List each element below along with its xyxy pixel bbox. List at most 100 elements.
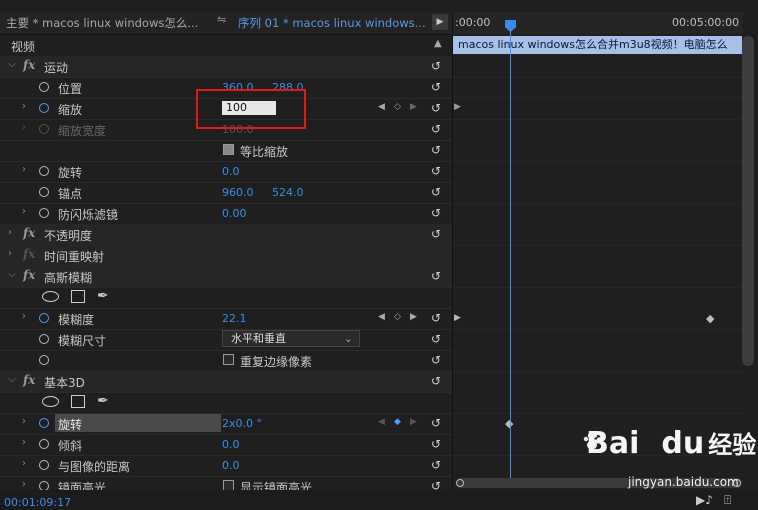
stopwatch-icon[interactable]	[39, 334, 49, 344]
next-keyframe-icon[interactable]: ▶	[410, 312, 417, 322]
repeat-edge-checkbox[interactable]	[223, 354, 234, 365]
chevron-right-icon[interactable]: ›	[22, 101, 26, 112]
add-keyframe-icon[interactable]: ◇	[394, 102, 401, 112]
stopwatch-icon[interactable]	[39, 439, 49, 449]
anchor-x-value[interactable]: 960.0	[222, 186, 254, 199]
chevron-down-icon[interactable]: ⌵	[8, 374, 16, 385]
antiflicker-value[interactable]: 0.00	[222, 207, 247, 220]
uniform-scale-checkbox[interactable]	[223, 144, 234, 155]
prop-label: 缩放宽度	[58, 124, 107, 138]
stopwatch-icon[interactable]	[39, 313, 49, 323]
section-opacity[interactable]: › fx 不透明度 ↺	[0, 224, 452, 246]
fx-icon[interactable]: fx	[23, 247, 35, 261]
stopwatch-icon[interactable]	[39, 82, 49, 92]
mask-tools-row: ✒	[0, 287, 452, 309]
reset-icon[interactable]: ↺	[431, 59, 441, 73]
ellipse-mask-icon[interactable]	[42, 396, 59, 407]
chevron-right-icon[interactable]: ›	[22, 416, 26, 427]
prev-keyframe-icon[interactable]: ◀	[378, 417, 385, 427]
reset-icon[interactable]: ↺	[431, 374, 441, 388]
chevron-right-icon[interactable]: ›	[22, 122, 26, 133]
rotation-value[interactable]: 0.0	[222, 165, 240, 178]
chevron-down-icon[interactable]: ⌵	[8, 269, 16, 280]
section-basic3d[interactable]: ⌵ fx 基本3D ↺	[0, 371, 452, 393]
export-icon[interactable]: ⍐	[724, 493, 731, 508]
rectangle-mask-icon[interactable]	[71, 290, 85, 303]
prev-keyframe-icon[interactable]: ◀	[378, 312, 385, 322]
blurriness-value[interactable]: 22.1	[222, 312, 247, 325]
tilt-value[interactable]: 0.0	[222, 438, 240, 451]
anchor-y-value[interactable]: 524.0	[272, 186, 304, 199]
blur-dimension-select[interactable]: 水平和垂直 ⌄	[222, 330, 360, 347]
distance-value[interactable]: 0.0	[222, 459, 240, 472]
stopwatch-icon[interactable]	[39, 355, 49, 365]
stopwatch-icon[interactable]	[39, 103, 49, 113]
keyframe-diamond-icon[interactable]: ◆	[394, 417, 401, 427]
chevron-right-icon[interactable]: ›	[22, 458, 26, 469]
chevron-right-icon[interactable]: ›	[22, 437, 26, 448]
reset-icon[interactable]: ↺	[431, 269, 441, 283]
reset-icon[interactable]: ↺	[431, 206, 441, 220]
filter-play-icon[interactable]: ▶♪	[696, 493, 713, 507]
chevron-right-icon[interactable]: ›	[22, 479, 26, 490]
ellipse-mask-icon[interactable]	[42, 291, 59, 302]
keyframe-marker-icon[interactable]: ▶	[454, 313, 461, 323]
next-keyframe-icon[interactable]: ▶	[410, 417, 417, 427]
chevron-right-icon[interactable]: ›	[22, 311, 26, 322]
tab-master-clip[interactable]: 主要 * macos linux windows怎么...	[6, 15, 198, 31]
stopwatch-icon[interactable]	[39, 124, 49, 134]
playhead-timecode[interactable]: 00:01:09:17	[4, 496, 71, 509]
reset-icon[interactable]: ↺	[431, 101, 441, 115]
reset-icon[interactable]: ↺	[431, 227, 441, 241]
keyframe-diamond-icon[interactable]: ◆	[706, 312, 714, 325]
section-gaussian-blur[interactable]: ⌵ fx 高斯模糊 ↺	[0, 266, 452, 288]
pen-mask-icon[interactable]: ✒	[97, 288, 109, 304]
scroll-handle-left[interactable]	[456, 479, 464, 487]
keyframe-marker-icon[interactable]: ▶	[454, 102, 461, 112]
reset-icon[interactable]: ↺	[431, 185, 441, 199]
stopwatch-icon[interactable]	[39, 166, 49, 176]
pen-mask-icon[interactable]: ✒	[97, 393, 109, 409]
vertical-scrollbar[interactable]	[742, 36, 754, 366]
reset-icon[interactable]: ↺	[431, 416, 441, 430]
swap-icon[interactable]: ⇋	[217, 13, 226, 26]
fx-icon[interactable]: fx	[23, 268, 35, 282]
reset-icon[interactable]: ↺	[431, 80, 441, 94]
chevron-down-icon: ⌄	[343, 332, 353, 345]
prev-keyframe-icon[interactable]: ◀	[378, 102, 385, 112]
chevron-right-icon[interactable]: ›	[22, 164, 26, 175]
playhead-line[interactable]	[510, 20, 511, 478]
section-time-remap[interactable]: › fx 时间重映射	[0, 245, 452, 267]
chevron-right-icon[interactable]: ›	[8, 227, 12, 238]
reset-icon[interactable]: ↺	[431, 311, 441, 325]
fx-icon[interactable]: fx	[23, 373, 35, 387]
stopwatch-icon[interactable]	[39, 418, 49, 428]
fx-icon[interactable]: fx	[23, 226, 35, 240]
tab-sequence[interactable]: 序列 01 * macos linux windows...	[238, 15, 426, 31]
add-keyframe-icon[interactable]: ◇	[394, 312, 401, 322]
stopwatch-icon[interactable]	[39, 460, 49, 470]
reset-icon[interactable]: ↺	[431, 332, 441, 346]
section-motion[interactable]: ⌵ fx 运动 ↺	[0, 56, 452, 78]
collapse-up-icon[interactable]: ▲	[434, 38, 442, 49]
chevron-right-icon[interactable]: ›	[8, 248, 12, 259]
rectangle-mask-icon[interactable]	[71, 395, 85, 408]
reset-icon[interactable]: ↺	[431, 164, 441, 178]
track-line	[453, 287, 743, 288]
reset-icon[interactable]: ↺	[431, 143, 441, 157]
reset-icon[interactable]: ↺	[431, 353, 441, 367]
timeline-clip[interactable]: macos linux windows怎么合并m3u8视频！电脑怎么	[453, 36, 742, 54]
chevron-down-icon[interactable]: ⌵	[8, 59, 16, 70]
stopwatch-icon[interactable]	[39, 208, 49, 218]
play-triangle-icon[interactable]: ▶	[432, 14, 448, 30]
watermark-brand-b: du	[661, 426, 705, 461]
swivel-value[interactable]: 2x0.0 °	[222, 417, 262, 430]
stopwatch-icon[interactable]	[39, 187, 49, 197]
reset-icon[interactable]: ↺	[431, 122, 441, 136]
prop-blurriness: › 模糊度 22.1 ◀ ◇ ▶ ↺	[0, 308, 452, 330]
chevron-right-icon[interactable]: ›	[22, 206, 26, 217]
reset-icon[interactable]: ↺	[431, 458, 441, 472]
reset-icon[interactable]: ↺	[431, 437, 441, 451]
next-keyframe-icon[interactable]: ▶	[410, 102, 417, 112]
fx-icon[interactable]: fx	[23, 58, 35, 72]
